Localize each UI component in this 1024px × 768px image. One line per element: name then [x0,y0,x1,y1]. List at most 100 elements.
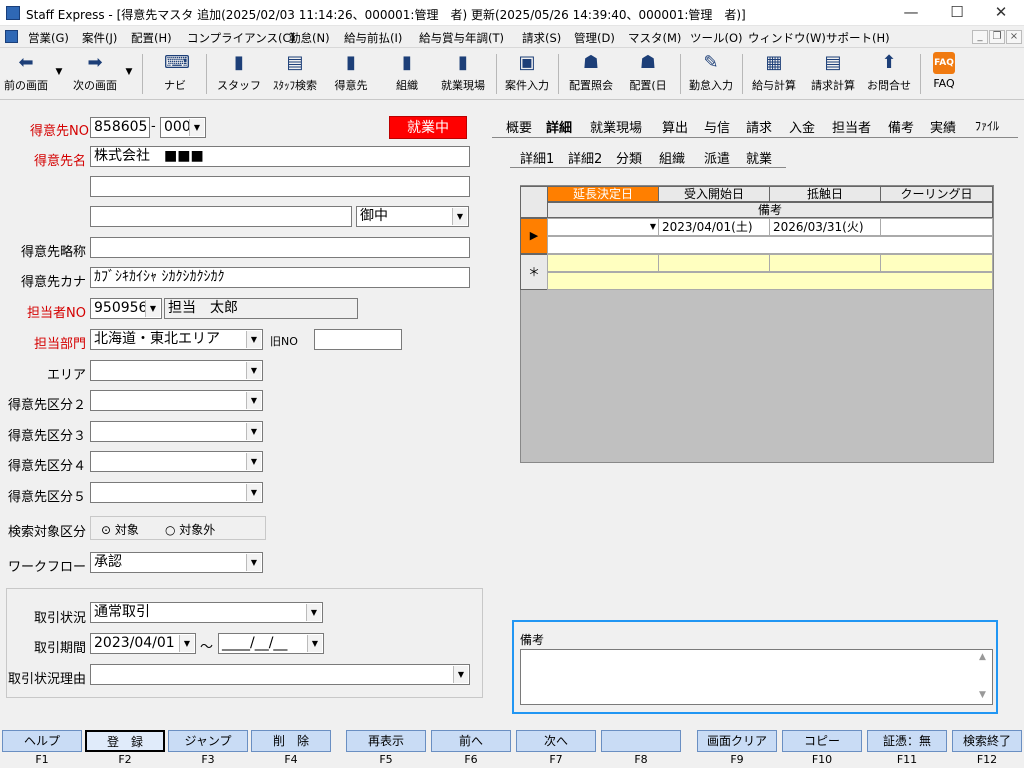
forward-dropdown[interactable]: ▼ [122,50,136,98]
subtab-detail2[interactable]: 詳細2 [568,148,602,167]
new-cell-conflict[interactable] [769,254,881,272]
menu-sales[interactable]: 営業(G) [28,30,69,46]
col-start-date[interactable]: 受入開始日 [658,186,770,202]
cat5-select[interactable]: ▼ [90,482,263,503]
billing-button[interactable]: ▤ 請求計算 [804,50,862,98]
f4-delete-button[interactable]: 削 除 [251,730,331,752]
navi-button[interactable]: ⌨ ナビ [150,50,200,98]
tab-billing[interactable]: 請求 [746,117,772,136]
menu-compliance[interactable]: コンプライアンス(C) [187,30,295,46]
f6-prev-button[interactable]: 前へ [431,730,511,752]
dept-select[interactable]: 北海道・東北エリア ▼ [90,329,263,350]
cat3-select[interactable]: ▼ [90,421,263,442]
faq-button[interactable]: FAQ FAQ [924,50,964,98]
menu-window[interactable]: ウィンドウ(W) [748,30,826,46]
cust-no-input[interactable]: 858605 [90,117,150,138]
deal-status-select[interactable]: 通常取引 ▼ [90,602,323,623]
deal-to-input[interactable]: ____/__/__ ▼ [218,633,324,654]
f11-voucher-button[interactable]: 証憑：無 [867,730,947,752]
tab-payment[interactable]: 入金 [789,117,815,136]
tab-detail[interactable]: 詳細 [546,117,572,136]
cell-conflict[interactable]: 2026/03/31(火) [769,218,881,236]
col-cooling-date[interactable]: クーリング日 [880,186,993,202]
f5-refresh-button[interactable]: 再表示 [346,730,426,752]
menu-billing[interactable]: 請求(S) [522,30,561,46]
name3-input[interactable] [90,206,352,227]
close-button[interactable]: ✕ [978,0,1024,26]
tab-rep[interactable]: 担当者 [832,117,871,136]
new-cell-remarks[interactable] [547,272,993,290]
subtab-org[interactable]: 組織 [659,148,685,167]
minimize-button[interactable]: — [888,0,934,26]
name2-input[interactable] [90,176,470,197]
workflow-select[interactable]: 承認 ▼ [90,552,263,573]
f1-help-button[interactable]: ヘルプ [2,730,82,752]
tab-file[interactable]: ﾌｧｲﾙ [975,117,999,134]
new-cell-cooling[interactable] [880,254,993,272]
job-input-button[interactable]: ▣ 案件入力 [500,50,554,98]
inquiry-button[interactable]: ⬆ お問合せ [862,50,916,98]
col-extend-date[interactable]: 延長決定日 [547,186,659,202]
cell-extend[interactable]: ▼ [547,218,659,236]
tab-summary[interactable]: 概要 [506,117,532,136]
cell-cooling[interactable] [880,218,993,236]
maximize-button[interactable]: ☐ [934,0,980,26]
f3-jump-button[interactable]: ジャンプ [168,730,248,752]
mdi-restore-button[interactable]: ❐ [989,30,1005,44]
tab-remarks[interactable]: 備考 [888,117,914,136]
tab-results[interactable]: 実績 [930,117,956,136]
menu-attendance[interactable]: 勤怠(N) [289,30,330,46]
cell-remarks[interactable] [547,236,993,254]
payroll-button[interactable]: ▦ 給与計算 [746,50,802,98]
new-cell-start[interactable] [658,254,770,272]
menu-advance[interactable]: 給与前払(I) [344,30,402,46]
remarks-textarea[interactable] [520,649,993,705]
menu-payroll[interactable]: 給与賞与年調(T) [419,30,504,46]
attendance-button[interactable]: ✎ 勤怠入力 [684,50,738,98]
forward-button[interactable]: ➡ 次の画面 [68,50,122,98]
subtab-dispatch[interactable]: 派遣 [704,148,730,167]
cat2-select[interactable]: ▼ [90,390,263,411]
new-cell-extend[interactable] [547,254,659,272]
menu-support[interactable]: サポート(H) [826,30,890,46]
old-no-input[interactable] [314,329,402,350]
scroll-up-icon[interactable]: ▲ [979,652,986,662]
cell-start[interactable]: 2023/04/01(土) [658,218,770,236]
row-marker-new[interactable]: ＊ [520,254,548,290]
f8-button[interactable] [601,730,681,752]
kana-input[interactable]: ｶﾌﾞｼｷｶｲｼｬ ｼｶｸｼｶｸｼｶｸ [90,267,470,288]
menu-master[interactable]: マスタ(M) [628,30,681,46]
f9-clear-button[interactable]: 画面クリア [697,730,777,752]
f2-register-button[interactable]: 登 録 [85,730,165,752]
subtab-work[interactable]: 就業 [746,148,772,167]
f12-exit-search-button[interactable]: 検索終了 [952,730,1022,752]
area-select[interactable]: ▼ [90,360,263,381]
search-on-radio[interactable]: ⊙ 対象 [101,521,139,538]
cat4-select[interactable]: ▼ [90,451,263,472]
f7-next-button[interactable]: 次へ [516,730,596,752]
short-input[interactable] [90,237,470,258]
search-off-radio[interactable]: ○ 対象外 [165,521,215,538]
tab-calc[interactable]: 算出 [662,117,688,136]
deal-from-input[interactable]: 2023/04/01 ▼ [90,633,196,654]
cust-sub-select[interactable]: 000 ▼ [160,117,206,138]
deal-reason-select[interactable]: ▼ [90,664,470,685]
assign-day-button[interactable]: ☗ 配置(日 [622,50,674,98]
subtab-detail1[interactable]: 詳細1 [520,148,554,167]
menu-tools[interactable]: ツール(O) [690,30,743,46]
staff-button[interactable]: ▮ スタッフ [214,50,264,98]
back-button[interactable]: ⬅ 前の画面 [0,50,52,98]
mdi-minimize-button[interactable]: _ [972,30,988,44]
honorific-select[interactable]: 御中 ▼ [356,206,469,227]
tab-site[interactable]: 就業現場 [590,117,642,136]
menu-admin[interactable]: 管理(D) [574,30,615,46]
site-button[interactable]: ▮ 就業現場 [434,50,492,98]
org-button[interactable]: ▮ 組織 [382,50,432,98]
menu-assign[interactable]: 配置(H) [131,30,172,46]
col-remarks[interactable]: 備考 [547,202,993,218]
scroll-down-icon[interactable]: ▼ [979,690,986,700]
tab-credit[interactable]: 与信 [704,117,730,136]
back-dropdown[interactable]: ▼ [52,50,66,98]
subtab-class[interactable]: 分類 [616,148,642,167]
mdi-close-button[interactable]: × [1006,30,1022,44]
